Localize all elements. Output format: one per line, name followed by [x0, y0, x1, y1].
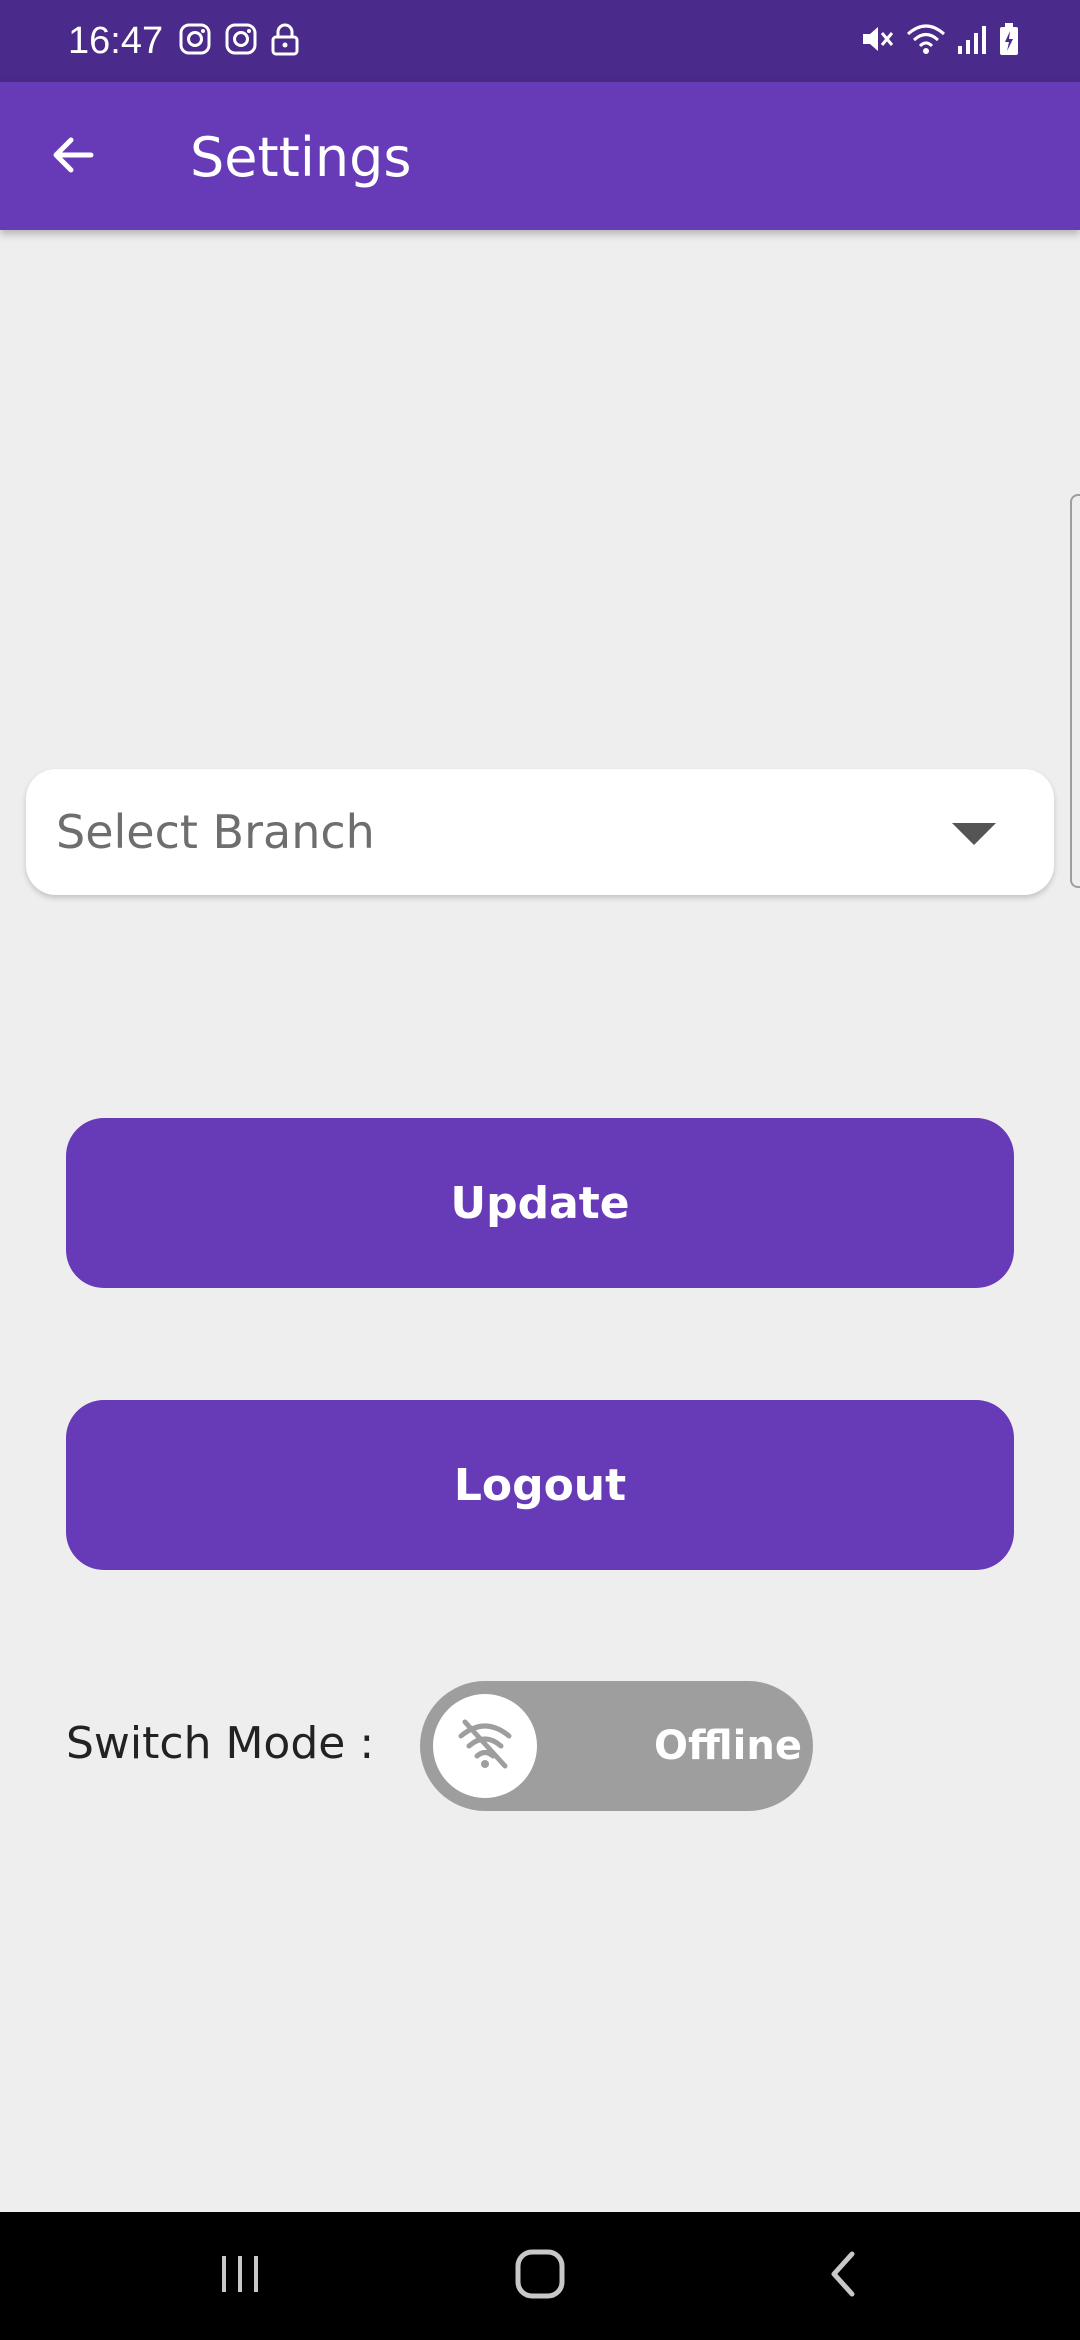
back-icon	[820, 2250, 868, 2303]
wifi-off-icon	[455, 1716, 515, 1777]
mute-icon	[860, 22, 896, 61]
home-icon	[514, 2248, 566, 2305]
signal-icon	[956, 22, 988, 61]
logout-button[interactable]: Logout	[66, 1400, 1014, 1570]
status-system-icons	[860, 22, 1020, 61]
arrow-back-icon	[49, 131, 97, 184]
switch-mode-label: Switch Mode :	[66, 1718, 375, 1769]
status-notification-icons	[178, 22, 300, 61]
mode-toggle[interactable]: Offline	[420, 1681, 813, 1811]
instagram-icon	[178, 22, 212, 61]
battery-icon	[998, 22, 1020, 61]
branch-dropdown[interactable]: Select Branch	[26, 769, 1054, 895]
status-bar: 16:47	[0, 0, 1080, 82]
lock-icon	[270, 22, 300, 61]
caret-down-icon	[952, 823, 996, 845]
status-time: 16:47	[68, 20, 164, 62]
recents-icon	[216, 2250, 264, 2303]
back-button[interactable]	[38, 122, 108, 192]
branch-dropdown-placeholder: Select Branch	[56, 805, 375, 859]
system-nav-bar	[0, 2212, 1080, 2340]
instagram-icon	[224, 22, 258, 61]
app-bar: Settings	[0, 82, 1080, 230]
nav-back-button[interactable]	[804, 2236, 884, 2316]
wifi-icon	[906, 22, 946, 61]
page-title: Settings	[190, 126, 412, 189]
edge-panel-handle[interactable]	[1070, 494, 1080, 888]
home-button[interactable]	[500, 2236, 580, 2316]
toggle-state-label: Offline	[654, 1723, 802, 1769]
recents-button[interactable]	[200, 2236, 280, 2316]
update-button[interactable]: Update	[66, 1118, 1014, 1288]
toggle-knob	[433, 1694, 537, 1798]
